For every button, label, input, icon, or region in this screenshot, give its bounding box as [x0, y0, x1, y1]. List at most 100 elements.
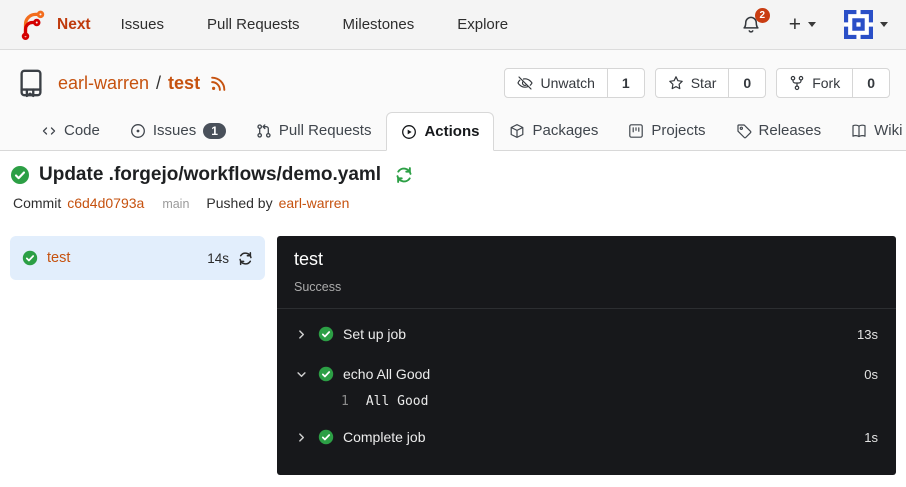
- tab-label: Wiki: [874, 122, 902, 139]
- tab-wiki[interactable]: Wiki: [836, 111, 906, 150]
- job-detail-header: test Success: [277, 236, 896, 309]
- tab-label: Packages: [532, 122, 598, 139]
- tab-code[interactable]: Code: [26, 111, 115, 150]
- job-duration: 14s: [207, 251, 229, 266]
- forgejo-logo-icon: [18, 10, 48, 40]
- rerun-icon[interactable]: [395, 166, 413, 184]
- success-check-icon: [10, 165, 30, 185]
- tab-releases[interactable]: Releases: [721, 111, 837, 150]
- pushed-by-label: Pushed by: [206, 195, 272, 211]
- step-echo-all-good[interactable]: echo All Good 0s: [295, 354, 878, 394]
- watchers-count[interactable]: 1: [607, 69, 644, 97]
- home-link[interactable]: Next: [18, 10, 91, 40]
- chevron-down-icon: [295, 368, 309, 381]
- forks-count[interactable]: 0: [852, 69, 889, 97]
- repo-icon: [16, 68, 46, 98]
- nav-link-issues[interactable]: Issues: [121, 16, 164, 33]
- top-navbar: Next Issues Pull Requests Milestones Exp…: [0, 0, 906, 50]
- repo-header: earl-warren / test: [0, 50, 906, 151]
- star-icon: [668, 75, 684, 91]
- tab-projects[interactable]: Projects: [613, 111, 720, 150]
- package-icon: [509, 123, 525, 139]
- play-circle-icon: [401, 124, 417, 140]
- step-name: echo All Good: [343, 366, 430, 382]
- pusher-link[interactable]: earl-warren: [279, 195, 350, 211]
- job-list-item-test[interactable]: test 14s: [10, 236, 265, 280]
- issue-icon: [130, 123, 146, 139]
- tab-issues[interactable]: Issues 1: [115, 111, 241, 150]
- commit-sha-link[interactable]: c6d4d0793a: [67, 195, 144, 211]
- star-label: Star: [691, 75, 717, 91]
- rss-icon[interactable]: [210, 75, 227, 92]
- plus-icon: +: [789, 14, 801, 35]
- chevron-right-icon: [295, 431, 309, 444]
- tab-label: Code: [64, 122, 100, 139]
- success-check-icon: [318, 429, 334, 445]
- pull-request-icon: [256, 123, 272, 139]
- user-menu-dropdown[interactable]: [844, 10, 888, 39]
- chevron-down-icon: [880, 22, 888, 27]
- commit-summary: Commit c6d4d0793a main Pushed by earl-wa…: [13, 195, 896, 211]
- book-icon: [851, 123, 867, 139]
- log-line-number: 1: [341, 394, 349, 409]
- step-name: Set up job: [343, 326, 406, 342]
- repo-name-link[interactable]: test: [168, 73, 200, 94]
- issues-count-badge: 1: [203, 123, 226, 139]
- success-check-icon: [22, 250, 38, 266]
- unwatch-label: Unwatch: [540, 75, 594, 91]
- tag-icon: [736, 123, 752, 139]
- chevron-right-icon: [295, 328, 309, 341]
- chevron-down-icon: [808, 22, 816, 27]
- tab-label: Issues: [153, 122, 196, 139]
- notification-count-badge: 2: [755, 8, 770, 23]
- fork-label: Fork: [812, 75, 840, 91]
- repo-breadcrumb: earl-warren / test: [58, 73, 227, 94]
- step-duration: 0s: [864, 367, 878, 382]
- notifications-button[interactable]: 2: [741, 15, 761, 35]
- repo-tabs: Code Issues 1 Pull Requests Actions: [0, 111, 906, 151]
- job-detail-title: test: [294, 249, 879, 270]
- step-list: Set up job 13s echo All Good 0s 1 All Go…: [277, 309, 896, 462]
- job-status: Success: [294, 280, 879, 294]
- repo-separator: /: [156, 73, 161, 94]
- tab-actions[interactable]: Actions: [386, 112, 494, 151]
- step-name: Complete job: [343, 429, 426, 445]
- run-title: Update .forgejo/workflows/demo.yaml: [39, 164, 381, 186]
- nav-link-explore[interactable]: Explore: [457, 16, 508, 33]
- code-icon: [41, 123, 57, 139]
- tab-packages[interactable]: Packages: [494, 111, 613, 150]
- nav-links: Issues Pull Requests Milestones Explore: [121, 16, 508, 33]
- fork-button[interactable]: Fork 0: [776, 68, 890, 98]
- step-duration: 13s: [857, 327, 878, 342]
- repo-owner-link[interactable]: earl-warren: [58, 73, 149, 94]
- nav-link-milestones[interactable]: Milestones: [343, 16, 415, 33]
- success-check-icon: [318, 366, 334, 382]
- log-line-text: All Good: [366, 394, 429, 409]
- tab-label: Actions: [424, 123, 479, 140]
- commit-label: Commit: [13, 195, 61, 211]
- branch-link[interactable]: main: [162, 197, 189, 211]
- success-check-icon: [318, 326, 334, 342]
- eye-slash-icon: [517, 75, 533, 91]
- tab-label: Pull Requests: [279, 122, 372, 139]
- actions-run-page: Update .forgejo/workflows/demo.yaml Comm…: [0, 151, 906, 475]
- create-new-dropdown[interactable]: +: [789, 14, 816, 35]
- avatar: [844, 10, 873, 39]
- job-name: test: [47, 250, 70, 266]
- fork-icon: [789, 75, 805, 91]
- unwatch-button[interactable]: Unwatch 1: [504, 68, 644, 98]
- job-detail-panel: test Success Set up job 13s: [277, 236, 896, 475]
- log-line: 1 All Good: [295, 394, 878, 417]
- star-button[interactable]: Star 0: [655, 68, 766, 98]
- stars-count[interactable]: 0: [728, 69, 765, 97]
- brand-name: Next: [57, 16, 91, 34]
- step-duration: 1s: [864, 430, 878, 445]
- tab-label: Projects: [651, 122, 705, 139]
- rerun-job-icon[interactable]: [238, 251, 253, 266]
- job-list: test 14s: [10, 236, 265, 475]
- step-set-up-job[interactable]: Set up job 13s: [295, 314, 878, 354]
- project-board-icon: [628, 123, 644, 139]
- step-complete-job[interactable]: Complete job 1s: [295, 417, 878, 457]
- nav-link-pull-requests[interactable]: Pull Requests: [207, 16, 300, 33]
- tab-pull-requests[interactable]: Pull Requests: [241, 111, 387, 150]
